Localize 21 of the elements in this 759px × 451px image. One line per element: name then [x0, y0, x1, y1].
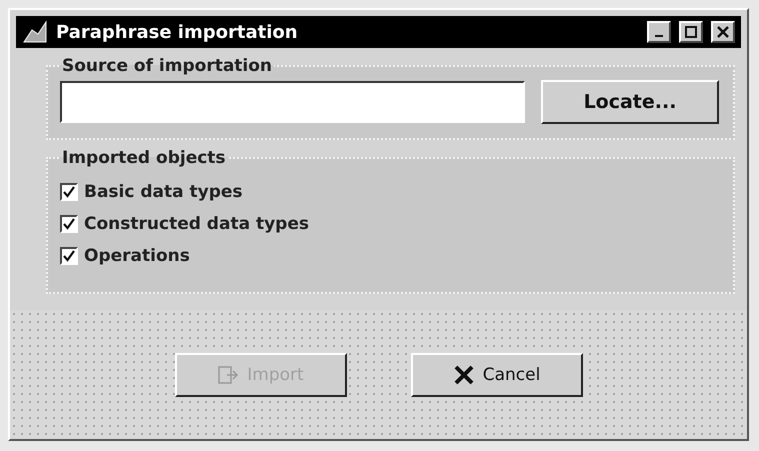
group-label: Source of importation	[61, 56, 274, 76]
close-icon	[716, 25, 730, 39]
checkbox-label: Operations	[84, 246, 190, 266]
checkbox[interactable]	[60, 215, 78, 233]
minimize-button[interactable]	[647, 21, 671, 43]
checkbox[interactable]	[60, 183, 78, 201]
import-icon	[217, 364, 240, 386]
maximize-icon	[685, 26, 697, 38]
close-button[interactable]	[711, 21, 735, 43]
cancel-icon	[452, 364, 475, 386]
window-title: Paraphrase importation	[56, 22, 299, 42]
cancel-button[interactable]: Cancel	[410, 352, 582, 396]
app-icon	[22, 20, 48, 44]
maximize-button[interactable]	[679, 21, 703, 43]
checkbox-label: Basic data types	[84, 182, 243, 202]
minimize-icon	[655, 35, 663, 37]
locate-button[interactable]: Locate...	[541, 80, 719, 124]
group-label: Imported objects	[61, 148, 227, 168]
checkbox-label: Constructed data types	[84, 214, 309, 234]
source-field[interactable]	[60, 81, 525, 123]
checkbox[interactable]	[60, 247, 78, 265]
